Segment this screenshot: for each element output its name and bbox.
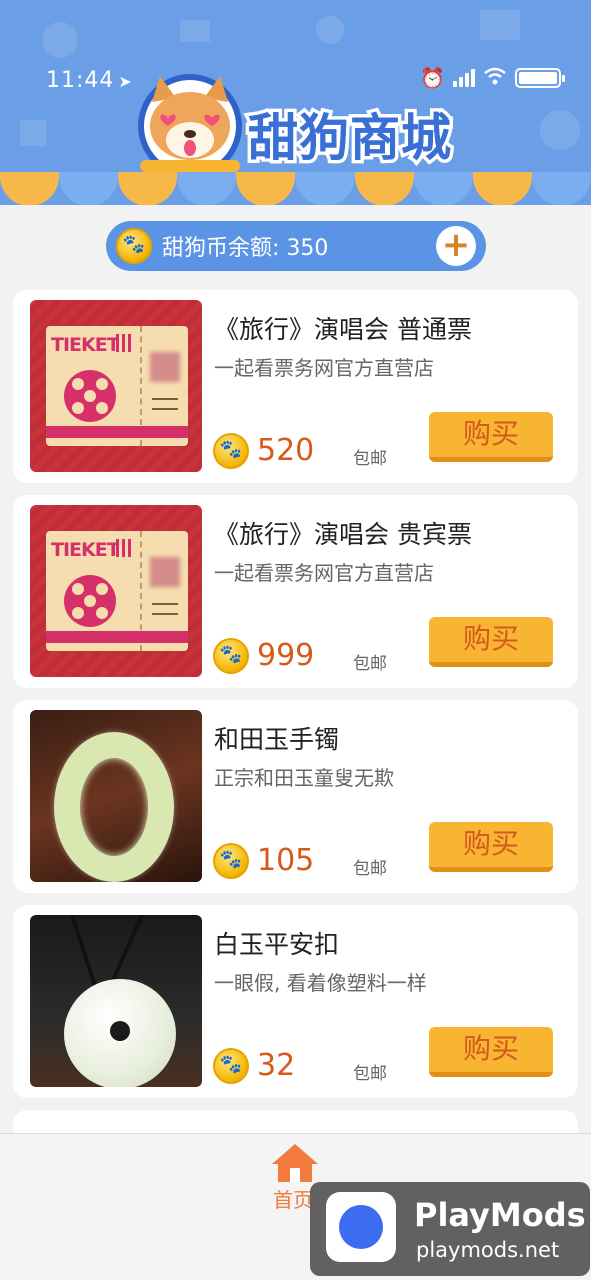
dog-mascot-icon <box>138 74 242 178</box>
nav-home-label: 首页 <box>273 1188 313 1212</box>
home-icon <box>272 1144 318 1182</box>
product-card[interactable]: 白玉平安扣 一眼假, 看着像塑料一样 32 包邮 购买 <box>13 905 578 1098</box>
add-coins-button[interactable]: + <box>436 226 476 266</box>
product-subtitle: 一眼假, 看着像塑料一样 <box>214 971 427 995</box>
battery-icon <box>515 68 565 88</box>
app-title-fill: 甜狗商城 <box>248 109 452 167</box>
product-price: 520 <box>257 433 315 468</box>
product-title: 白玉平安扣 <box>214 930 340 959</box>
buy-button[interactable]: 购买 <box>429 617 553 667</box>
product-title: 和田玉手镯 <box>214 725 340 754</box>
watermark-url: playmods.net <box>416 1238 560 1262</box>
header: 11:44 ➤ ⏰ 甜狗商城 甜狗商城 <box>0 0 591 205</box>
product-price: 105 <box>257 843 315 878</box>
shipping-label: 包邮 <box>353 654 387 674</box>
coin-icon <box>116 228 152 264</box>
ticket-image: TIEKET <box>30 505 202 677</box>
shipping-label: 包邮 <box>353 449 387 469</box>
product-card[interactable]: TIEKET 《旅行》演唱会 贵宾票 一起看票务网官方直营店 999 包邮 购买 <box>13 495 578 688</box>
coin-icon <box>213 433 249 469</box>
product-subtitle: 一起看票务网官方直营店 <box>214 356 434 380</box>
watermark-brand: PlayMods <box>414 1196 586 1234</box>
product-card[interactable]: 和田玉手镯 正宗和田玉童叟无欺 105 包邮 购买 <box>13 700 578 893</box>
product-title: 《旅行》演唱会 普通票 <box>214 315 472 344</box>
playmods-logo-icon <box>326 1192 396 1262</box>
app-logo: 甜狗商城 甜狗商城 <box>130 68 470 178</box>
buy-button[interactable]: 购买 <box>429 412 553 462</box>
buy-button[interactable]: 购买 <box>429 1027 553 1077</box>
product-title: 《旅行》演唱会 贵宾票 <box>214 520 472 549</box>
balance-bar: 甜狗币余额: 350 + <box>106 221 486 271</box>
awning-decoration <box>0 172 591 205</box>
coin-icon <box>213 843 249 879</box>
buy-button[interactable]: 购买 <box>429 822 553 872</box>
shipping-label: 包邮 <box>353 859 387 879</box>
watermark: PlayMods playmods.net <box>310 1182 590 1276</box>
product-subtitle: 正宗和田玉童叟无欺 <box>214 766 394 790</box>
shipping-label: 包邮 <box>353 1064 387 1084</box>
product-price: 32 <box>257 1048 296 1083</box>
balance-label: 甜狗币余额: 350 <box>162 236 329 261</box>
wifi-icon <box>483 66 507 90</box>
jade-bangle-image <box>30 710 202 882</box>
ticket-image: TIEKET <box>30 300 202 472</box>
coin-icon <box>213 1048 249 1084</box>
jade-pendant-image <box>30 915 202 1087</box>
status-time: 11:44 ➤ <box>46 68 133 93</box>
product-card[interactable]: TIEKET 《旅行》演唱会 普通票 一起看票务网官方直营店 520 包邮 购买 <box>13 290 578 483</box>
coin-icon <box>213 638 249 674</box>
product-price: 999 <box>257 638 315 673</box>
product-subtitle: 一起看票务网官方直营店 <box>214 561 434 585</box>
